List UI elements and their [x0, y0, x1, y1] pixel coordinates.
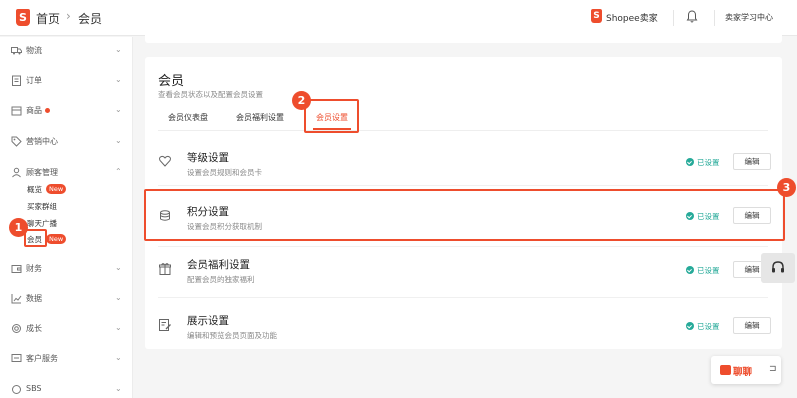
- customers-icon: [12, 167, 21, 178]
- row-divider: [158, 185, 768, 186]
- bell-icon[interactable]: [686, 10, 698, 23]
- shopee-logo[interactable]: S: [16, 9, 30, 26]
- sidebar-item-label: 财务: [26, 264, 42, 273]
- new-badge: New: [46, 234, 67, 244]
- sidebar-item-finance[interactable]: 财务 ⌄: [0, 260, 133, 278]
- sidebar-item-label: 营销中心: [26, 137, 58, 146]
- sidebar-item-data[interactable]: 数据 ⌄: [0, 290, 133, 308]
- sidebar-subitem-overview[interactable]: 概览: [27, 184, 42, 195]
- sidebar-item-label: 物流: [26, 46, 42, 55]
- chart-icon: [11, 294, 22, 304]
- row-divider: [158, 297, 768, 298]
- chevron-down-icon: ⌄: [115, 75, 122, 84]
- sidebar-subitem-chat-broadcast[interactable]: 聊天广播: [27, 218, 57, 229]
- chevron-up-icon: ⌃: [115, 167, 122, 176]
- check-circle-icon: [686, 266, 694, 274]
- step-3-highlight: [144, 189, 785, 241]
- status-badge: 已设置: [697, 322, 720, 331]
- row-description: 配置会员的独家福利: [187, 275, 255, 284]
- step-3-marker: 3: [777, 178, 796, 197]
- chevron-down-icon: ⌄: [115, 136, 122, 145]
- support-button[interactable]: [761, 253, 795, 283]
- tab-membership-dashboard[interactable]: 会员仪表盘: [168, 112, 208, 123]
- shopee-seller-link[interactable]: Shopee卖家: [606, 11, 658, 24]
- chevron-down-icon: ⌄: [115, 293, 122, 302]
- row-title: 展示设置: [187, 315, 229, 327]
- check-circle-icon: [686, 158, 694, 166]
- header-divider: [714, 10, 715, 26]
- sidebar-item-orders[interactable]: 订单 ⌄: [0, 72, 133, 90]
- new-badge: New: [46, 184, 67, 194]
- clipboard-icon: [12, 75, 21, 86]
- status-badge: 已设置: [697, 266, 720, 275]
- sidebar-item-label: SBS: [26, 384, 42, 393]
- previous-card: [145, 34, 782, 43]
- tag-icon: [11, 136, 22, 147]
- wallet-icon: [11, 265, 22, 273]
- sidebar-item-label: 商品: [26, 106, 42, 115]
- step-2-marker: 2: [292, 91, 311, 110]
- step-1-marker: 1: [9, 218, 28, 237]
- badge-icon: [12, 324, 21, 333]
- chevron-down-icon: ⌄: [115, 105, 122, 114]
- chat-widget[interactable]: 聊聊 ⊐: [711, 356, 781, 384]
- row-description: 编辑和预览会员页面及功能: [187, 331, 277, 340]
- chevron-down-icon: ⌄: [115, 384, 122, 393]
- sidebar-item-growth[interactable]: 成长 ⌄: [0, 320, 133, 338]
- truck-icon: [11, 47, 22, 55]
- notification-dot: [45, 108, 50, 113]
- sidebar-item-label: 顾客管理: [26, 168, 58, 177]
- shopee-seller-logo[interactable]: S: [591, 9, 602, 23]
- edit-display-settings-button[interactable]: 编辑: [733, 317, 771, 334]
- step-2-highlight: [304, 99, 359, 133]
- header-divider: [673, 10, 674, 26]
- row-description: 设置会员规则和会员卡: [187, 168, 262, 177]
- chat-icon: [720, 365, 731, 375]
- headset-icon: [772, 261, 784, 273]
- chevron-down-icon: ⌄: [115, 323, 122, 332]
- tab-membership-benefits[interactable]: 会员福利设置: [236, 112, 284, 123]
- seller-learning-center-link[interactable]: 卖家学习中心: [725, 12, 773, 23]
- sidebar-item-customer-service[interactable]: 客户服务 ⌄: [0, 350, 133, 368]
- sidebar-item-label: 客户服务: [26, 354, 58, 363]
- sidebar-item-customers[interactable]: 顾客管理 ⌃: [0, 164, 133, 182]
- chat-label: 聊聊: [733, 367, 753, 378]
- top-header: S 首页 › 会员 S Shopee卖家 卖家学习中心: [0, 0, 797, 36]
- page-description: 查看会员状态以及配置会员设置: [158, 90, 263, 99]
- sidebar-item-sbs[interactable]: SBS ⌄: [0, 381, 133, 398]
- breadcrumb-home[interactable]: 首页: [36, 10, 60, 27]
- sidebar-item-label: 订单: [26, 76, 42, 85]
- chevron-down-icon: ⌄: [115, 353, 122, 362]
- sidebar-subitem-buyer-groups[interactable]: 买家群组: [27, 201, 57, 212]
- gift-icon: [159, 263, 171, 275]
- step-1-highlight: [24, 229, 47, 247]
- box-icon: [11, 106, 22, 116]
- sbs-icon: [12, 385, 21, 394]
- check-circle-icon: [686, 322, 694, 330]
- sidebar-item-label: 成长: [26, 324, 42, 333]
- edit-level-settings-button[interactable]: 编辑: [733, 153, 771, 170]
- sidebar-item-marketing[interactable]: 营销中心 ⌄: [0, 133, 133, 151]
- heart-icon: [159, 155, 171, 167]
- row-divider: [158, 246, 768, 247]
- breadcrumb-separator: ›: [66, 9, 71, 23]
- minimize-icon[interactable]: ⊐: [769, 364, 777, 374]
- row-title: 会员福利设置: [187, 259, 250, 271]
- breadcrumb-current: 会员: [78, 12, 103, 26]
- sidebar-item-products[interactable]: 商品 ⌄: [0, 102, 133, 120]
- chevron-down-icon: ⌄: [115, 263, 122, 272]
- sidebar-item-label: 数据: [26, 294, 42, 303]
- status-badge: 已设置: [697, 158, 720, 167]
- tabs-divider: [158, 130, 768, 131]
- page-title: 会员: [158, 74, 185, 89]
- service-icon: [11, 354, 22, 362]
- chevron-down-icon: ⌄: [115, 45, 122, 54]
- sidebar-item-logistics[interactable]: 物流 ⌄: [0, 42, 133, 60]
- edit-icon: [159, 319, 171, 331]
- row-title: 等级设置: [187, 152, 229, 164]
